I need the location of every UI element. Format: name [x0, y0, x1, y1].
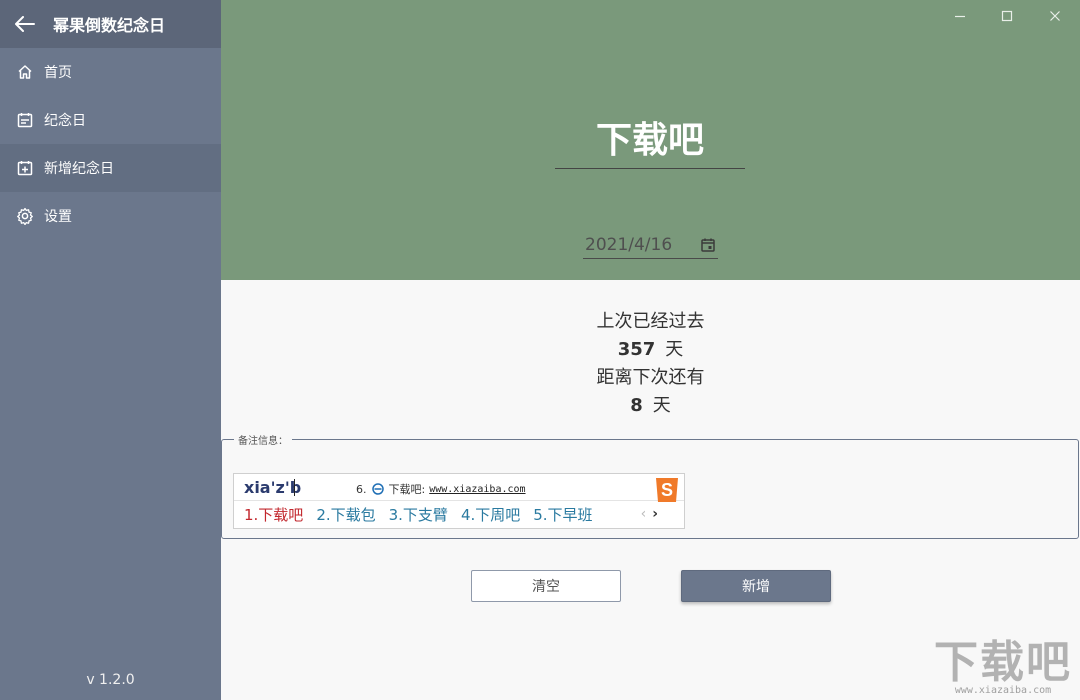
since-days-value: 357	[617, 339, 656, 360]
sidebar-item-home[interactable]: 首页	[0, 48, 221, 96]
sogou-logo-icon: S	[652, 475, 682, 505]
clear-button[interactable]: 清空	[471, 570, 621, 602]
ime-candidate[interactable]: 1.下载吧	[244, 504, 303, 525]
add-button[interactable]: 新增	[681, 570, 831, 602]
calendar-add-icon	[16, 159, 34, 177]
event-name-input[interactable]: 下载吧	[555, 118, 745, 169]
sidebar-item-label: 首页	[44, 65, 72, 81]
close-icon[interactable]	[1044, 6, 1066, 26]
watermark-logo: 下载吧 www.xiazaiba.com	[934, 637, 1072, 697]
ime-candidate-list: 1.下载吧 2.下载包 3.下支臂 4.下周吧 5.下早班	[234, 501, 684, 528]
sidebar: 幂果倒数纪念日 首页 纪念日 新增纪念日 设置 v 1.2.0	[0, 0, 221, 700]
ime-candidate[interactable]: 3.下支臂	[389, 504, 448, 525]
ime-candidate[interactable]: 4.下周吧	[461, 504, 520, 525]
ime-hint[interactable]: 6. 下载吧: www.xiazaiba.com	[356, 481, 526, 497]
ime-hint-index: 6.	[356, 482, 367, 496]
sidebar-header: 幂果倒数纪念日	[0, 0, 221, 48]
back-arrow-icon[interactable]	[14, 13, 36, 35]
text-cursor	[294, 479, 295, 496]
app-version: v 1.2.0	[86, 672, 135, 688]
ime-hint-text: 下载吧:	[388, 483, 426, 496]
since-days-unit: 天	[665, 339, 684, 360]
ime-candidate[interactable]: 2.下载包	[316, 504, 375, 525]
ime-pager: ‹ ›	[641, 506, 658, 522]
date-picker[interactable]: 2021/4/16	[583, 232, 718, 259]
sidebar-item-add-anniversary[interactable]: 新增纪念日	[0, 144, 221, 192]
calendar-list-icon	[16, 111, 34, 129]
until-days: 8天	[221, 392, 1080, 420]
ime-composition-row: xia'z'b 6. 下载吧: www.xiazaiba.com S	[234, 474, 684, 502]
sidebar-item-label: 新增纪念日	[44, 161, 114, 177]
ime-hint-url[interactable]: www.xiazaiba.com	[429, 484, 525, 495]
ime-composition-text: xia'z'b	[244, 478, 302, 497]
date-value: 2021/4/16	[585, 235, 673, 255]
until-days-value: 8	[630, 395, 643, 416]
until-label: 距离下次还有	[596, 367, 705, 388]
sidebar-item-settings[interactable]: 设置	[0, 192, 221, 240]
sidebar-item-anniversaries[interactable]: 纪念日	[0, 96, 221, 144]
ime-candidate[interactable]: 5.下早班	[533, 504, 592, 525]
chevron-left-icon[interactable]: ‹	[641, 506, 647, 522]
calendar-icon[interactable]	[700, 237, 716, 253]
header-panel: 下载吧 2021/4/16	[221, 0, 1080, 280]
day-stats: 上次已经过去 357 天 距离下次还有 8天	[221, 308, 1080, 420]
chevron-right-icon[interactable]: ›	[652, 506, 658, 522]
since-days: 357 天	[221, 336, 1080, 364]
gear-icon	[16, 207, 34, 225]
app-title: 幂果倒数纪念日	[53, 16, 166, 35]
svg-text:S: S	[661, 480, 673, 500]
since-label: 上次已经过去	[596, 311, 705, 332]
ime-candidate-window: xia'z'b 6. 下载吧: www.xiazaiba.com S 1.下载吧…	[233, 473, 685, 529]
note-legend: 备注信息：	[234, 432, 292, 447]
maximize-icon[interactable]	[996, 6, 1018, 26]
home-icon	[16, 63, 34, 81]
sidebar-item-label: 纪念日	[44, 113, 86, 129]
watermark-text: 下载吧	[934, 637, 1072, 688]
browser-e-icon	[371, 483, 384, 495]
sidebar-item-label: 设置	[44, 209, 72, 225]
minimize-icon[interactable]	[949, 6, 971, 26]
until-days-unit: 天	[652, 395, 671, 416]
